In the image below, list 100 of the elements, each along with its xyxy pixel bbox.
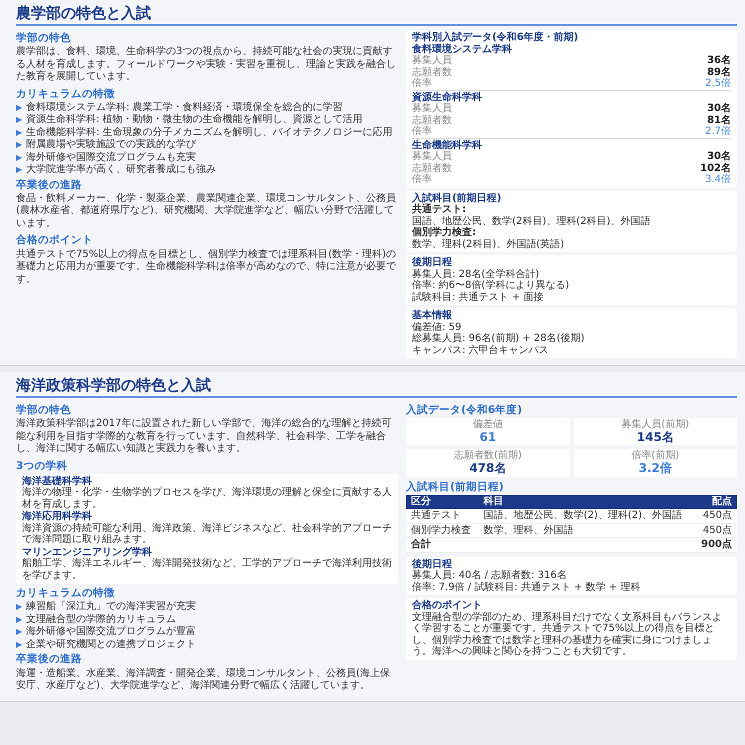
table-cell: 国語、地歴公民、数学(2)、理科(2)、外国語 [478,509,695,524]
table-cell: 900点 [694,538,737,552]
list-item: 海外研修や国際交流プログラムが豊富 [26,626,196,638]
list-item: 食料環境システム学科: 農業工学・食料経済・環境保全を総合的に学習 [26,102,343,114]
major-name: マリンエンジニアリング学科 [22,546,153,558]
paragraph: 共通テストで75%以上の得点を目標とし、個別学力検査では理系科目(数学・理科)の基礎力と応用力が重要です。生命機能科学科は倍率が高めなので、特に注意が必要です。 [16,248,398,286]
data-label: 志願者数 [412,66,452,78]
major-description: 海洋資源の持続可能な利用、海洋政策、海洋ビジネスなど、社会科学的アプローチで海洋問題に取り組みます。 [22,522,392,546]
triangle-bullet-icon: ▶ [16,627,22,638]
section-heading: カリキュラムの特徴 [16,587,116,600]
data-label: 志願者数 [412,162,452,174]
section-heading: 入試データ(令和6年度) [406,404,524,418]
paragraph: 海洋政策科学部は2017年に設置された新しい学部で、海洋の総合的な理解と持続可能な利用を目指す学際的な教育を行っています。自然科学、社会科学、工学を融合し、海洋に関する幅広い知識と実践力を養います。 [16,418,392,456]
section-heading: カリキュラムの特徴 [16,88,116,101]
major-description: 海洋の物理・化学・生物学的プロセスを学び、海洋環境の理解と保全に貢献する人材を育成します。 [22,487,392,510]
section-heading: 卒業後の進路 [16,653,83,666]
subject-label: 共通テスト: [412,204,468,216]
major-name: 海洋応用科学科 [22,511,93,522]
list-item: 練習船「深江丸」での海洋実習が充実 [26,601,196,614]
info-line: キャンパス: 六甲台キャンパス [412,344,550,356]
column-header: 科目 [478,494,695,510]
data-label: 志願者数 [412,114,452,126]
triangle-bullet-icon: ▶ [16,115,22,126]
section-heading: 合格のポイント [16,234,94,248]
stat-label: 倍率(前期) [630,450,680,462]
department-name: 資源生命科学科 [412,92,484,102]
triangle-bullet-icon: ▶ [16,614,22,625]
section-heading: 後期日程 [412,257,454,268]
triangle-bullet-icon: ▶ [16,102,22,113]
data-label: 募集人員 [412,103,452,114]
section-heading: 後期日程 [412,558,454,570]
data-value: 89名 [707,66,731,78]
data-value: 81名 [707,114,731,126]
paragraph: 食品・飲料メーカー、化学・製薬企業、農業関連企業、環境コンサルタント、公務員(農林水産省、都道府県庁など)、研究機関、大学院進学など、幅広い分野で活躍しています。 [16,192,397,230]
data-label: 募集人員 [412,151,452,162]
section-heading: 入試科目(前期日程) [406,480,505,494]
info-line: 募集人員: 28名(全学科合計) [412,268,540,280]
triangle-bullet-icon: ▶ [16,128,22,138]
column-header: 配点 [694,494,737,510]
data-value: 30名 [707,151,731,162]
list-item: 企業や研究機関との連携プロジェクト [26,638,196,652]
triangle-bullet-icon: ▶ [16,602,22,612]
paragraph: 農学部は、食料、環境、生命科学の3つの視点から、持続可能な社会の実現に貢献する人材を育成します。フィールドワークや実験・実習を重視し、理論と実践を融合した教育を展開しています。 [16,46,397,84]
list-item: 海外研修や国際交流プログラムも充実 [26,152,196,164]
subject-text: 国語、地歴公民、数学(2科目)、理科(2科目)、外国語 [412,216,652,226]
data-value: 2.7倍 [705,126,731,138]
section-heading: 3つの学科 [16,460,68,473]
department-name: 生命機能科学科 [412,140,484,150]
data-value: 3.4倍 [705,174,731,186]
subject-label: 個別学力検査: [412,227,478,238]
paragraph: 海運・造船業、水産業、海洋調査・開発企業、環境コンサルタント、公務員(海上保安庁、水産庁など)、大学院進学など、海洋関連分野で幅広く活躍しています。 [16,668,391,692]
table-cell: 共通テスト [406,509,479,524]
table-cell: 450点 [694,523,737,538]
section-heading: 学部の特色 [16,404,72,418]
stat-label: 偏差値 [472,419,504,431]
list-item: 文理融合型の学際的カリキュラム [26,614,176,626]
major-description: 船舶工学、海洋エネルギー、海洋開発技術など、工学的アプローチで海洋利用技術を学びます。 [22,558,392,582]
triangle-bullet-icon: ▶ [16,140,22,150]
section-title: 農学部の特色と入試 [16,4,737,26]
table-cell: 合計 [406,538,479,552]
list-item: 資源生命科学科: 植物・動物・微生物の生命機能を解明し、資源として活用 [26,114,363,126]
info-line: 募集人員: 40名 / 志願者数: 316名 [412,570,568,582]
data-value: 30名 [707,103,731,114]
section-heading: 卒業後の進路 [16,178,83,192]
department-name: 食料環境システム学科 [412,44,514,54]
section-heading: 合格のポイント [412,600,484,612]
stat-value: 478名 [468,462,508,476]
column-header: 区分 [406,494,479,510]
list-item: 生命機能科学科: 生命現象の分子メカニズムを解明し、バイオテクノロジーに応用 [26,126,393,138]
info-line: 倍率: 約6〜8倍(学科により異なる) [412,280,570,292]
section-heading: 学部の特色 [16,32,72,46]
subject-text: 数学、理科(2科目)、外国語(英語) [412,238,566,250]
section-heading: 入試科目(前期日程) [412,192,502,204]
triangle-bullet-icon: ▶ [16,640,22,650]
data-value: 102名 [700,162,731,174]
triangle-bullet-icon: ▶ [16,152,22,163]
data-label: 倍率 [412,78,432,90]
data-label: 倍率 [412,126,432,138]
data-label: 倍率 [412,174,432,186]
table-cell: 個別学力検査 [406,523,479,538]
info-line: 倍率: 7.9倍 / 試験科目: 共通テスト + 数学 + 理科 [412,582,642,594]
stat-label: 志願者数(前期) [452,450,523,462]
info-line: 総募集人員: 96名(前期) + 28名(後期) [412,333,586,344]
section-heading: 学科別入試データ(令和6年度・前期) [412,32,580,43]
list-item: 大学院進学率が高く、研究者養成にも強み [26,164,216,177]
list-item: 附属農場や実験施設での実践的な学び [26,139,196,152]
stat-value: 61 [478,430,498,444]
data-value: 2.5倍 [705,78,731,90]
table-cell: 数学、理科、外国語 [478,523,695,538]
triangle-bullet-icon: ▶ [16,165,22,176]
stat-label: 募集人員(前期) [620,419,690,431]
section-title: 海洋政策科学部の特色と入試 [16,376,737,398]
section-heading: 基本情報 [412,310,454,322]
major-name: 海洋基礎科学科 [22,476,93,487]
info-line: 試験科目: 共通テスト + 面接 [412,292,544,303]
table-cell: 450点 [694,509,737,524]
info-line: 偏差値: 59 [412,322,462,332]
stat-value: 145名 [636,430,675,444]
info-line: 文理融合型の学部のため、理系科目だけでなく文系科目もバランスよく学習することが重要です。共通テストで75%以上の得点を目標とし、個別学力検査では数学と理科の基礎力を確実に身につけましょう。海洋への興味と関心を持つことも大切です。 [412,612,724,658]
data-label: 募集人員 [412,55,452,66]
